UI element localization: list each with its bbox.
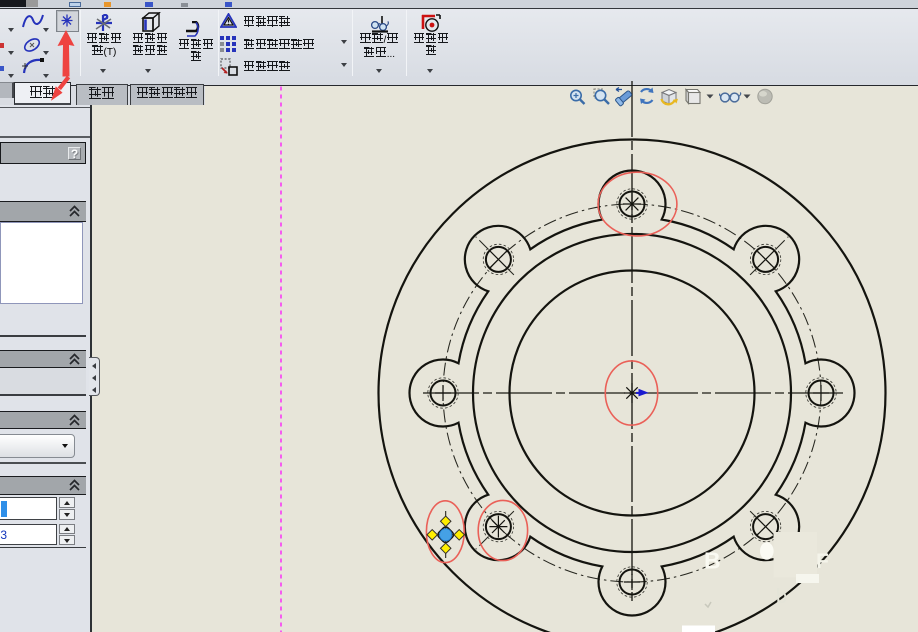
svg-text:b: b — [776, 586, 787, 608]
svg-text:B: B — [704, 548, 721, 574]
svg-text:F: F — [816, 550, 829, 573]
